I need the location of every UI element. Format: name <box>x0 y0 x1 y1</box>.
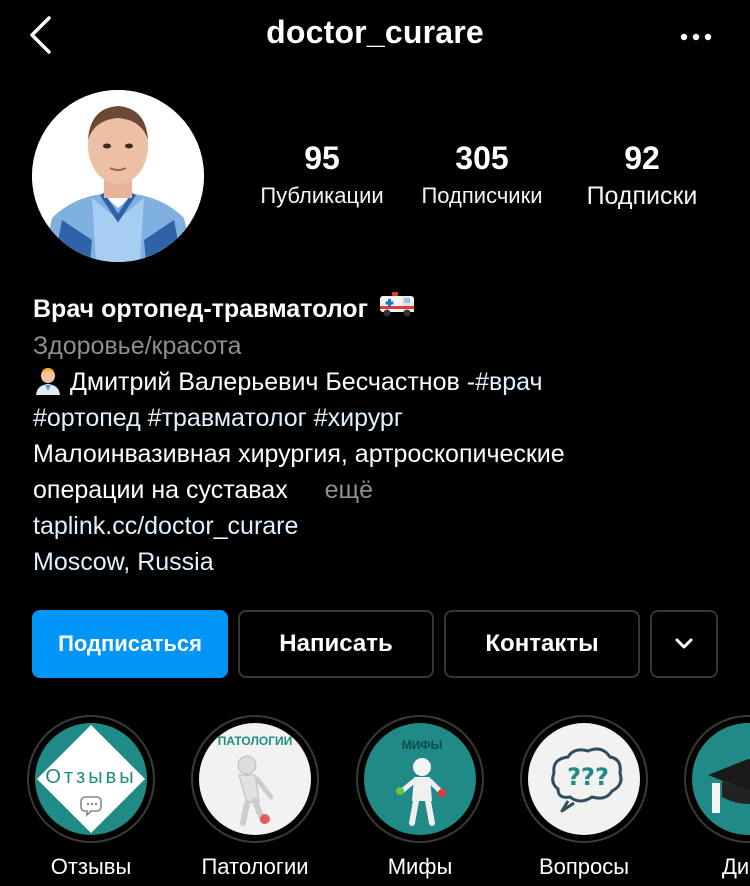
followers-value: 305 <box>455 140 509 176</box>
highlight-cover-pathologies: ПАТОЛОГИИ <box>199 723 311 835</box>
highlight-label: Вопросы <box>538 854 630 879</box>
bio-location[interactable]: Moscow, Russia <box>33 544 723 580</box>
bio-doctor-name: Дмитрий Валерьевич Бесчастнов - <box>69 368 476 396</box>
bio-name: Врач ортопед-травматолог <box>33 295 368 323</box>
suggestions-dropdown-button[interactable] <box>650 610 718 678</box>
highlight-myths[interactable]: МИФЫ Мифы <box>345 715 495 882</box>
highlight-label: Мифы <box>387 854 453 879</box>
highlight-cover-diplomas <box>692 723 750 835</box>
followers-label: Подписчики <box>421 183 543 208</box>
posts-value: 95 <box>304 140 340 176</box>
following-label: Подписки <box>586 182 698 210</box>
highlight-ring <box>684 715 750 843</box>
profile-bio: Врач ортопед-травматолог Здоровье/красот… <box>33 290 723 580</box>
profile-header: doctor_curare <box>0 0 750 76</box>
bio-category: Здоровье/красота <box>33 332 242 360</box>
highlight-cover-reviews-text: Отзывы <box>45 766 136 788</box>
highlight-diplomas[interactable]: Дипл <box>673 715 750 882</box>
chevron-down-icon <box>675 638 693 649</box>
highlight-cover-questions-text: ??? <box>567 763 609 791</box>
posts-label: Публикации <box>260 183 384 208</box>
ambulance-icon <box>378 290 416 328</box>
highlight-label: Патологии <box>201 854 309 879</box>
highlight-ring: Отзывы <box>27 715 155 843</box>
highlight-cover-myths: МИФЫ <box>364 723 476 835</box>
highlight-questions[interactable]: ??? Вопросы <box>509 715 659 882</box>
bio-line-3: Малоинвазивная хирургия, артроскопически… <box>33 440 565 468</box>
contacts-button[interactable]: Контакты <box>444 610 640 678</box>
highlight-cover-myths-text: МИФЫ <box>402 738 443 752</box>
bio-line-4-text: операции на суставах <box>33 476 288 504</box>
profile-actions: Подписаться Написать Контакты <box>32 610 722 678</box>
highlight-label: Отзывы <box>50 854 132 879</box>
message-button[interactable]: Написать <box>238 610 434 678</box>
bio-more-link[interactable]: ещё <box>325 476 373 504</box>
bio-hashtags[interactable]: #ортопед #травматолог #хирург <box>33 400 723 436</box>
highlight-ring: ??? <box>520 715 648 843</box>
followers-count[interactable]: 305 Подписчики <box>408 138 556 214</box>
bio-website-link[interactable]: taplink.cc/doctor_curare <box>33 508 723 544</box>
profile-stats: 95 Публикации 305 Подписчики 92 Подписки <box>240 138 720 218</box>
profile-username: doctor_curare <box>266 14 484 50</box>
bio-line-4: операции на суставах ещё <box>33 472 723 508</box>
highlight-cover-reviews: Отзывы <box>35 723 147 835</box>
highlight-ring: ПАТОЛОГИИ <box>191 715 319 843</box>
profile-avatar[interactable] <box>32 90 204 262</box>
highlight-cover-pathologies-text: ПАТОЛОГИИ <box>218 734 293 748</box>
avatar-photo <box>32 90 204 262</box>
highlight-pathologies[interactable]: ПАТОЛОГИИ Патологии <box>180 715 330 882</box>
story-highlights: Отзывы Отзывы ПАТОЛОГИИ Патологии МИФЫ М… <box>0 715 750 886</box>
highlight-cover-questions: ??? <box>528 723 640 835</box>
following-value: 92 <box>624 140 660 176</box>
doctor-emoji-icon <box>33 368 70 396</box>
bio-line-1: Дмитрий Валерьевич Бесчастнов -#врач <box>33 364 723 400</box>
highlight-label: Дипл <box>722 854 750 879</box>
follow-button[interactable]: Подписаться <box>32 610 228 678</box>
bio-name-line: Врач ортопед-травматолог <box>33 290 723 328</box>
more-dots-icon <box>680 33 712 41</box>
posts-count[interactable]: 95 Публикации <box>248 138 396 214</box>
highlight-reviews[interactable]: Отзывы Отзывы <box>16 715 166 882</box>
highlight-ring: МИФЫ <box>356 715 484 843</box>
more-options-button[interactable] <box>678 22 714 52</box>
following-count[interactable]: 92 Подписки <box>572 138 712 214</box>
hashtag-doctor[interactable]: #врач <box>475 368 542 396</box>
